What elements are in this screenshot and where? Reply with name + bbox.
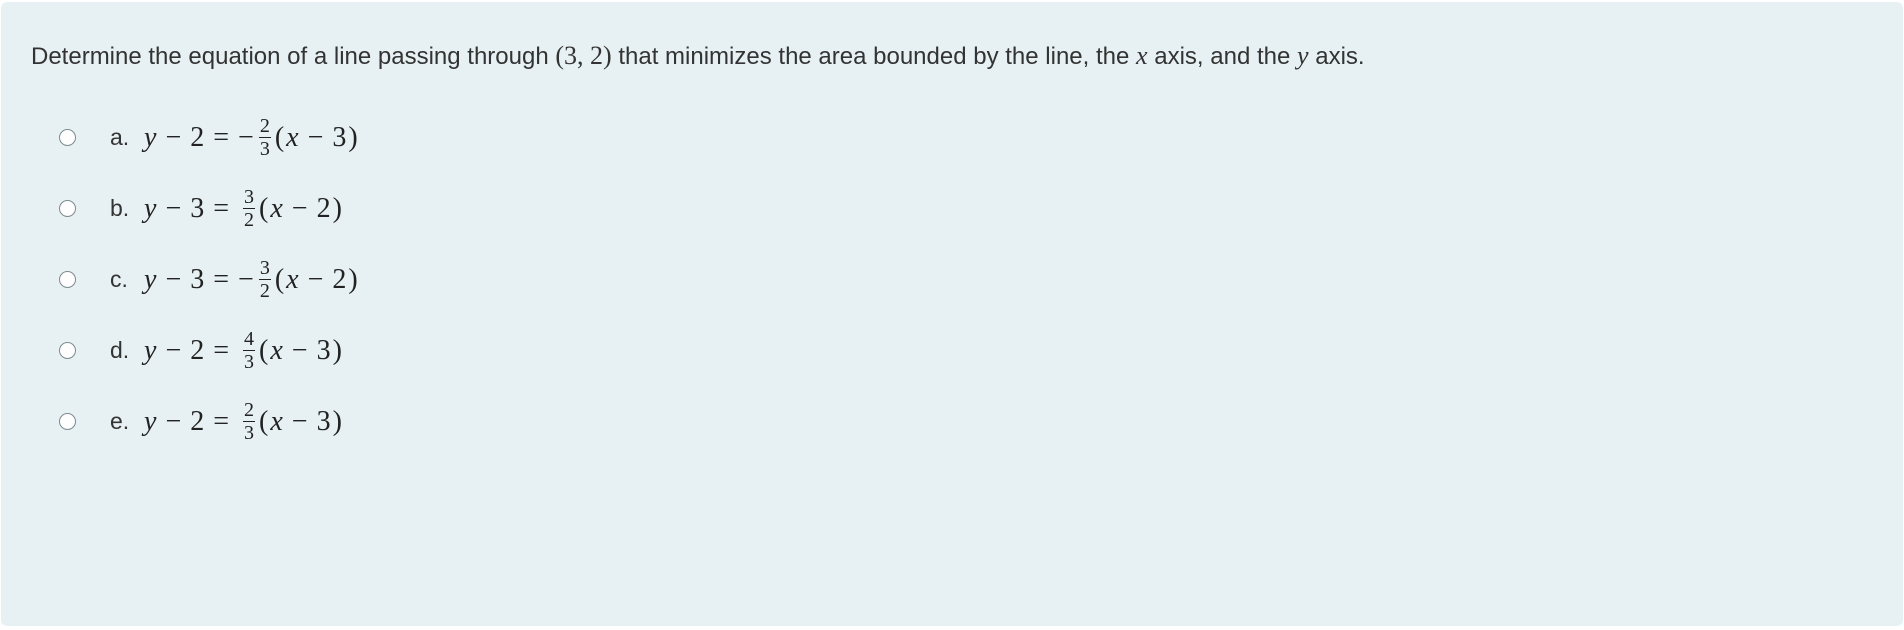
option-c[interactable]: c. y − 3 = − 3 2 ( x − 2 ) (59, 258, 1873, 301)
minus-op: − (165, 264, 181, 296)
rparen: ) (333, 406, 342, 438)
option-e[interactable]: e. y − 2 = 2 3 ( x − 3 ) (59, 400, 1873, 443)
prompt-text-mid2: axis, and the (1148, 43, 1297, 70)
rparen: ) (348, 264, 357, 296)
var-y: y (144, 264, 156, 296)
lparen: ( (259, 335, 268, 367)
neg-sign: − (238, 264, 254, 296)
lparen: ( (259, 406, 268, 438)
radio-e[interactable] (59, 413, 76, 430)
minus-op: − (165, 122, 181, 154)
point-y: 2 (590, 41, 603, 70)
prompt-text-pre: Determine the equation of a line passing… (31, 43, 555, 70)
rparen: ) (333, 193, 342, 225)
rhs-const: 3 (317, 406, 331, 438)
minus-op: − (308, 122, 324, 154)
eq-op: = (213, 264, 229, 296)
lhs-const: 3 (190, 193, 204, 225)
option-b[interactable]: b. y − 3 = 3 2 ( x − 2 ) (59, 187, 1873, 230)
var-x: x (286, 122, 298, 154)
fraction: 2 3 (243, 400, 255, 443)
frac-den: 2 (243, 208, 255, 230)
lhs-const: 2 (190, 406, 204, 438)
frac-num: 3 (259, 258, 271, 279)
prompt-text-mid: that minimizes the area bounded by the l… (612, 43, 1136, 70)
minus-op: − (165, 335, 181, 367)
option-a[interactable]: a. y − 2 = − 2 3 ( x − 3 ) (59, 116, 1873, 159)
option-letter: a. (110, 124, 144, 151)
rparen: ) (333, 335, 342, 367)
radio-d[interactable] (59, 342, 76, 359)
option-letter: d. (110, 337, 144, 364)
rhs-const: 2 (332, 264, 346, 296)
fraction: 2 3 (259, 116, 271, 159)
rhs-const: 2 (317, 193, 331, 225)
frac-num: 4 (243, 329, 255, 350)
lparen: ( (275, 122, 284, 154)
lhs-const: 3 (190, 264, 204, 296)
question-card: Determine the equation of a line passing… (1, 2, 1903, 626)
eq-op: = (213, 406, 229, 438)
frac-den: 3 (259, 137, 271, 159)
neg-sign: − (238, 122, 254, 154)
equation-e: y − 2 = 2 3 ( x − 3 ) (144, 400, 342, 443)
minus-op: − (165, 406, 181, 438)
var-y: y (144, 335, 156, 367)
lparen: ( (275, 264, 284, 296)
fraction: 3 2 (259, 258, 271, 301)
point-open: ( (555, 41, 564, 70)
question-prompt: Determine the equation of a line passing… (31, 38, 1873, 74)
prompt-text-end: axis. (1309, 43, 1365, 70)
frac-num: 2 (259, 116, 271, 137)
axis-y: y (1297, 41, 1309, 70)
minus-op: − (292, 193, 308, 225)
frac-den: 3 (243, 421, 255, 443)
option-d[interactable]: d. y − 2 = 4 3 ( x − 3 ) (59, 329, 1873, 372)
fraction: 4 3 (243, 329, 255, 372)
options-list: a. y − 2 = − 2 3 ( x − 3 ) b. (31, 116, 1873, 443)
frac-den: 3 (243, 350, 255, 372)
lhs-const: 2 (190, 335, 204, 367)
axis-x: x (1136, 41, 1148, 70)
eq-op: = (213, 193, 229, 225)
equation-c: y − 3 = − 3 2 ( x − 2 ) (144, 258, 358, 301)
radio-b[interactable] (59, 200, 76, 217)
var-y: y (144, 406, 156, 438)
eq-op: = (213, 122, 229, 154)
var-x: x (270, 193, 282, 225)
minus-op: − (308, 264, 324, 296)
equation-b: y − 3 = 3 2 ( x − 2 ) (144, 187, 342, 230)
option-letter: c. (110, 266, 144, 293)
option-letter: e. (110, 408, 144, 435)
equation-a: y − 2 = − 2 3 ( x − 3 ) (144, 116, 358, 159)
frac-den: 2 (259, 279, 271, 301)
var-x: x (270, 406, 282, 438)
option-letter: b. (110, 195, 144, 222)
lparen: ( (259, 193, 268, 225)
frac-num: 2 (243, 400, 255, 421)
fraction: 3 2 (243, 187, 255, 230)
var-y: y (144, 122, 156, 154)
point-close: ) (603, 41, 612, 70)
minus-op: − (165, 193, 181, 225)
rhs-const: 3 (317, 335, 331, 367)
lhs-const: 2 (190, 122, 204, 154)
rhs-const: 3 (332, 122, 346, 154)
eq-op: = (213, 335, 229, 367)
frac-num: 3 (243, 187, 255, 208)
var-x: x (270, 335, 282, 367)
minus-op: − (292, 335, 308, 367)
point-x: 3 (564, 41, 577, 70)
var-y: y (144, 193, 156, 225)
rparen: ) (348, 122, 357, 154)
minus-op: − (292, 406, 308, 438)
equation-d: y − 2 = 4 3 ( x − 3 ) (144, 329, 342, 372)
point-comma: , (577, 41, 590, 70)
radio-c[interactable] (59, 271, 76, 288)
radio-a[interactable] (59, 129, 76, 146)
var-x: x (286, 264, 298, 296)
